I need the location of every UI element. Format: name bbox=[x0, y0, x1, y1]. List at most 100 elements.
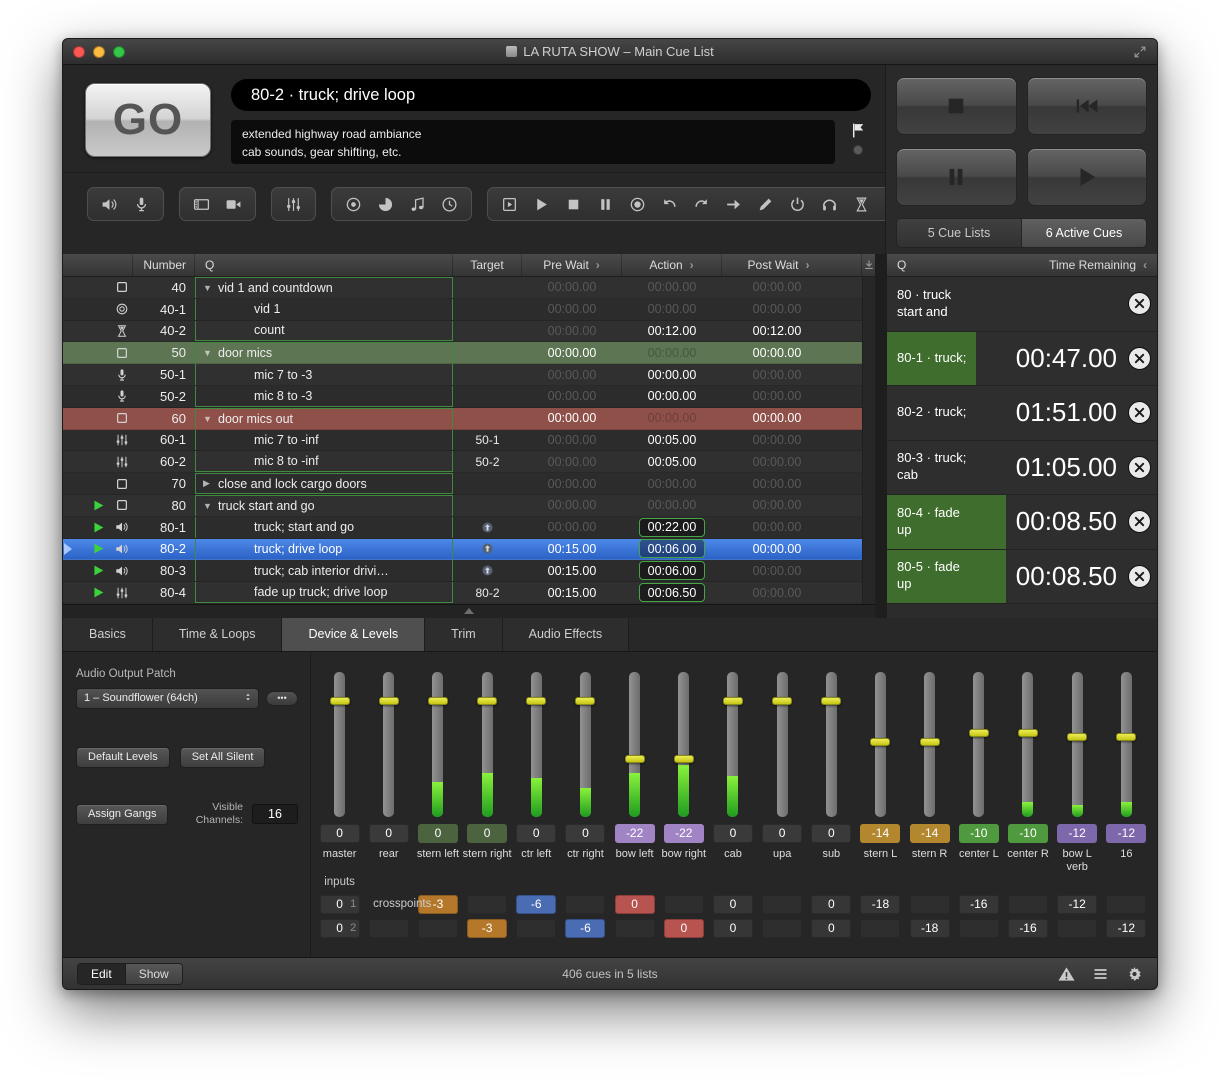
stop-active-cue-button[interactable] bbox=[1128, 456, 1151, 479]
crosspoint-value[interactable]: 0 bbox=[811, 919, 851, 938]
fader-handle[interactable] bbox=[379, 697, 399, 705]
rewind-button[interactable] bbox=[1027, 77, 1148, 135]
fader-handle[interactable] bbox=[575, 697, 595, 705]
play-cue-button[interactable] bbox=[533, 196, 550, 213]
fader-value[interactable]: 0 bbox=[811, 824, 851, 843]
crosspoint-value[interactable]: 0 bbox=[713, 895, 753, 914]
crosspoint-value[interactable]: -12 bbox=[1057, 895, 1097, 914]
fader-handle[interactable] bbox=[723, 697, 743, 705]
cue-name-cell[interactable]: fade up truck; drive loop bbox=[195, 582, 453, 603]
hourglass-cue-button[interactable] bbox=[853, 196, 870, 213]
stop-active-cue-button[interactable] bbox=[1128, 565, 1151, 588]
fader-track[interactable] bbox=[727, 672, 738, 817]
fader-track[interactable] bbox=[1121, 672, 1132, 817]
fader-track[interactable] bbox=[875, 672, 886, 817]
tab-device-levels[interactable]: Device & Levels bbox=[282, 618, 425, 651]
patch-settings-button[interactable]: ••• bbox=[266, 691, 298, 706]
play-button[interactable] bbox=[1027, 148, 1148, 206]
power-cue-button[interactable] bbox=[789, 196, 806, 213]
fader-value[interactable]: -12 bbox=[1057, 824, 1097, 843]
fader-track[interactable] bbox=[629, 672, 640, 817]
cue-name-cell[interactable]: ▼truck start and go bbox=[195, 495, 453, 516]
column-header-q[interactable]: Q bbox=[195, 254, 453, 276]
cue-name-cell[interactable]: mic 7 to -3 bbox=[195, 364, 453, 385]
cue-name-cell[interactable]: mic 8 to -3 bbox=[195, 386, 453, 407]
stop-active-cue-button[interactable] bbox=[1128, 347, 1151, 370]
fader-handle[interactable] bbox=[1067, 733, 1087, 741]
fader-handle[interactable] bbox=[1116, 733, 1136, 741]
fader-value[interactable]: -14 bbox=[860, 824, 900, 843]
cue-row-80-3[interactable]: 80-3truck; cab interior drivi…00:15.0000… bbox=[63, 560, 862, 582]
audio-output-patch-select[interactable]: 1 – Soundflower (64ch) bbox=[76, 688, 259, 709]
title-bar[interactable]: LA RUTA SHOW – Main Cue List bbox=[63, 39, 1157, 65]
action-value[interactable]: 00:22.00 bbox=[639, 518, 706, 537]
crosspoint-value[interactable]: -12 bbox=[1106, 919, 1146, 938]
pause-cue-button[interactable] bbox=[597, 196, 614, 213]
cue-name-cell[interactable]: truck; start and go bbox=[195, 517, 453, 538]
fader-track[interactable] bbox=[1022, 672, 1033, 817]
crosspoint-value[interactable]: -3 bbox=[467, 919, 507, 938]
cue-row-60-2[interactable]: 60-2mic 8 to -inf50-200:00.0000:05.0000:… bbox=[63, 451, 862, 473]
load-cue-button[interactable] bbox=[501, 196, 518, 213]
fader-track[interactable] bbox=[924, 672, 935, 817]
disclosure-open-icon[interactable]: ▼ bbox=[203, 348, 218, 358]
cue-name-cell[interactable]: ▼door mics out bbox=[195, 408, 453, 429]
fader-handle[interactable] bbox=[526, 697, 546, 705]
active-cue-row[interactable]: 80-4 · fade up00:08.50 bbox=[887, 495, 1157, 550]
cue-name-cell[interactable]: truck; cab interior drivi… bbox=[195, 560, 453, 581]
fader-value[interactable]: 0 bbox=[516, 824, 556, 843]
crosspoint-value[interactable]: -6 bbox=[565, 919, 605, 938]
zoom-button[interactable] bbox=[113, 46, 125, 58]
crosspoint-value[interactable]: 0 bbox=[811, 895, 851, 914]
go-button[interactable]: GO bbox=[85, 83, 211, 157]
fader-track[interactable] bbox=[678, 672, 689, 817]
cue-row-80[interactable]: 80▼truck start and go00:00.0000:00.0000:… bbox=[63, 495, 862, 517]
list-view-icon[interactable] bbox=[1092, 966, 1109, 982]
crosspoint-value[interactable]: -6 bbox=[516, 895, 556, 914]
stop-cue-button[interactable] bbox=[565, 196, 582, 213]
pause-button[interactable] bbox=[896, 148, 1017, 206]
active-cue-row[interactable]: 80 · truck start and bbox=[887, 277, 1157, 332]
assign-gangs-button[interactable]: Assign Gangs bbox=[76, 804, 168, 825]
cue-name-cell[interactable]: count bbox=[195, 321, 453, 342]
fullscreen-icon[interactable] bbox=[1133, 45, 1147, 59]
tab-trim[interactable]: Trim bbox=[425, 618, 503, 651]
fader-handle[interactable] bbox=[772, 697, 792, 705]
fader-handle[interactable] bbox=[969, 729, 989, 737]
cue-row-80-1[interactable]: 80-1truck; start and go00:00.0000:22.000… bbox=[63, 517, 862, 539]
stop-active-cue-button[interactable] bbox=[1128, 401, 1151, 424]
crosspoint-value[interactable]: -16 bbox=[1008, 919, 1048, 938]
fader-track[interactable] bbox=[531, 672, 542, 817]
fader-handle[interactable] bbox=[920, 738, 940, 746]
cue-row-50-1[interactable]: 50-1mic 7 to -300:00.0000:00.0000:00.00 bbox=[63, 364, 862, 386]
table-resize-handle[interactable] bbox=[63, 604, 875, 618]
fader-track[interactable] bbox=[482, 672, 493, 817]
cue-row-50[interactable]: 50▼door mics00:00.0000:00.0000:00.00 bbox=[63, 342, 862, 364]
speaker-cue-button[interactable] bbox=[101, 196, 118, 213]
cue-name-cell[interactable]: mic 7 to -inf bbox=[195, 430, 453, 451]
fader-value[interactable]: 0 bbox=[320, 824, 360, 843]
column-header-number[interactable]: Number bbox=[133, 254, 195, 276]
fader-handle[interactable] bbox=[674, 755, 694, 763]
redo-cue-button[interactable] bbox=[693, 196, 710, 213]
fader-handle[interactable] bbox=[428, 697, 448, 705]
camera-cue-button[interactable] bbox=[225, 196, 242, 213]
mic-cue-button[interactable] bbox=[133, 196, 150, 213]
column-header-time-remaining[interactable]: Time Remaining‹ bbox=[1049, 258, 1147, 272]
cue-name-cell[interactable]: truck; drive loop bbox=[195, 539, 453, 560]
settings-gear-icon[interactable] bbox=[1126, 966, 1143, 982]
fader-value[interactable]: -22 bbox=[664, 824, 704, 843]
cue-name-cell[interactable]: ▶close and lock cargo doors bbox=[195, 473, 453, 494]
cue-row-80-2[interactable]: 80-2truck; drive loop00:15.0000:06.0000:… bbox=[63, 539, 862, 561]
column-header-target[interactable]: Target bbox=[453, 254, 522, 276]
fader-track[interactable] bbox=[826, 672, 837, 817]
tab-5-cue-lists[interactable]: 5 Cue Lists bbox=[897, 219, 1022, 247]
edit-mode-button[interactable]: Edit bbox=[78, 964, 125, 984]
pencil-cue-button[interactable] bbox=[757, 196, 774, 213]
cue-row-50-2[interactable]: 50-2mic 8 to -300:00.0000:00.0000:00.00 bbox=[63, 386, 862, 408]
crosspoint-value[interactable]: -18 bbox=[910, 919, 950, 938]
crosspoint-value[interactable]: 0 bbox=[615, 895, 655, 914]
note-cue-button[interactable] bbox=[409, 196, 426, 213]
fader-track[interactable] bbox=[432, 672, 443, 817]
warnings-icon[interactable] bbox=[1058, 966, 1075, 982]
